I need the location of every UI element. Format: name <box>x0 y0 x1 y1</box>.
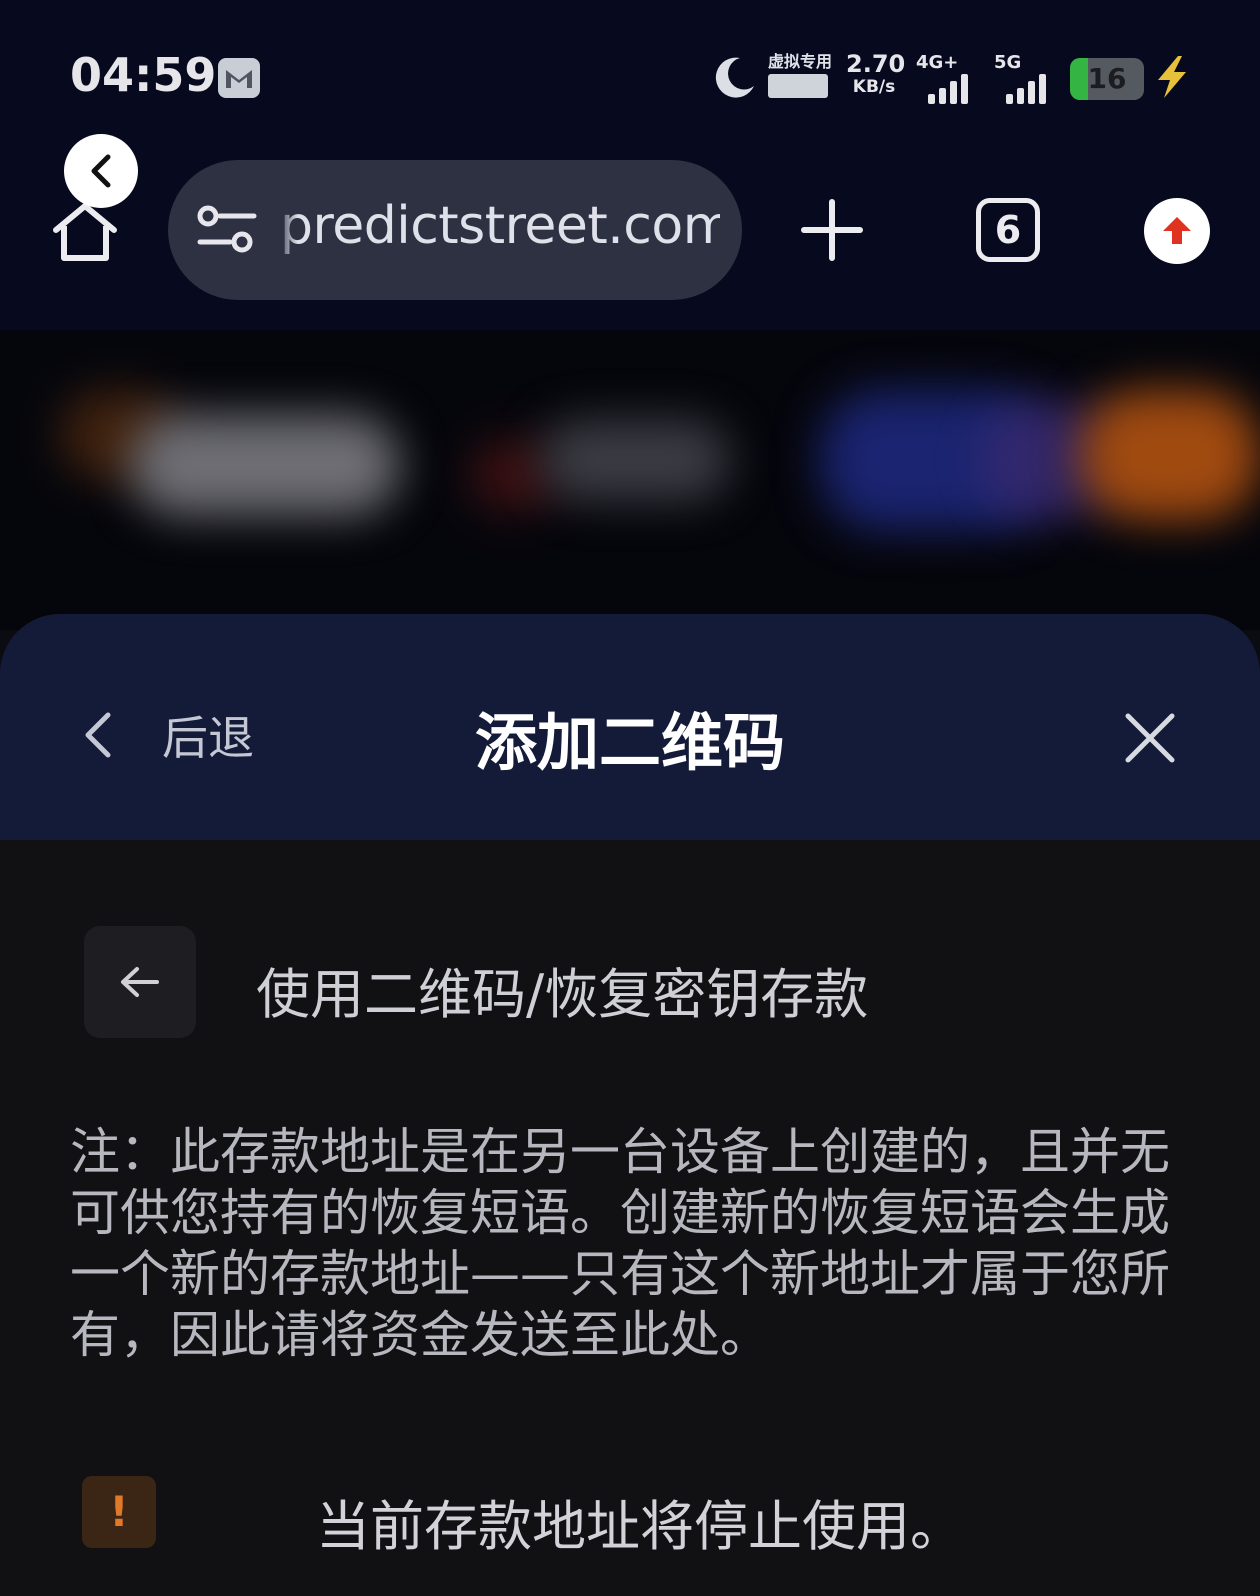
note-text: 注：此存款地址是在另一台设备上创建的，且并无可供您持有的恢复短语。创建新的恢复短… <box>70 1123 1170 1364</box>
back-icon <box>91 154 111 188</box>
browser-toolbar: predictstreet.com 6 <box>0 150 1260 330</box>
back-button[interactable] <box>64 134 138 208</box>
url-text: predictstreet.com <box>280 196 720 256</box>
virtual-network-bar <box>768 74 828 98</box>
warning-icon: ! <box>82 1476 156 1548</box>
tabs-icon[interactable]: 6 <box>976 198 1040 262</box>
battery-level: 16 <box>1087 62 1127 95</box>
address-bar[interactable]: predictstreet.com <box>168 160 742 300</box>
page-background <box>0 330 1260 630</box>
arrow-left-icon <box>121 967 159 997</box>
blurred-content <box>1080 390 1260 520</box>
sheet-title: 添加二维码 <box>474 706 785 779</box>
sub-back-button[interactable] <box>84 926 196 1038</box>
menu-upload-icon[interactable] <box>1144 198 1210 264</box>
signal-1: 4G+ <box>916 52 968 104</box>
add-qr-sheet: 后退 添加二维码 使用二维码/恢复密钥存款 注：此存款地址是在另一台设备上创建的… <box>0 614 1260 1596</box>
signal-2: 5G <box>994 52 1046 104</box>
status-bar: 04:59 虚拟专用网络 2.70 KB/s 4G+ 5G 16 <box>0 0 1260 150</box>
sheet-header: 后退 添加二维码 <box>0 614 1260 840</box>
signal-2-bars-icon <box>1006 74 1046 104</box>
sub-title: 使用二维码/恢复密钥存款 <box>256 963 869 1026</box>
warning-text: 当前存款地址将停止使用。 <box>316 1495 964 1558</box>
signal-1-label: 4G+ <box>916 52 959 73</box>
blurred-content <box>540 420 730 500</box>
virtual-network-indicator: 虚拟专用网络 <box>768 48 832 102</box>
status-time: 04:59 <box>70 48 217 102</box>
plus-icon[interactable] <box>800 198 864 262</box>
gmail-icon <box>218 58 260 98</box>
battery-icon: 16 <box>1070 58 1144 100</box>
blurred-content <box>130 415 400 515</box>
signal-2-label: 5G <box>994 52 1022 73</box>
signal-1-bars-icon <box>928 74 968 104</box>
net-speed-value: 2.70 <box>846 50 906 78</box>
tune-icon[interactable] <box>196 204 258 256</box>
net-speed: 2.70 KB/s <box>846 50 906 97</box>
home-icon[interactable] <box>50 200 120 264</box>
moon-icon <box>715 57 754 98</box>
bolt-icon <box>1158 56 1186 98</box>
net-speed-unit: KB/s <box>852 77 896 97</box>
close-icon[interactable] <box>1122 710 1178 766</box>
url-fade <box>276 190 298 270</box>
